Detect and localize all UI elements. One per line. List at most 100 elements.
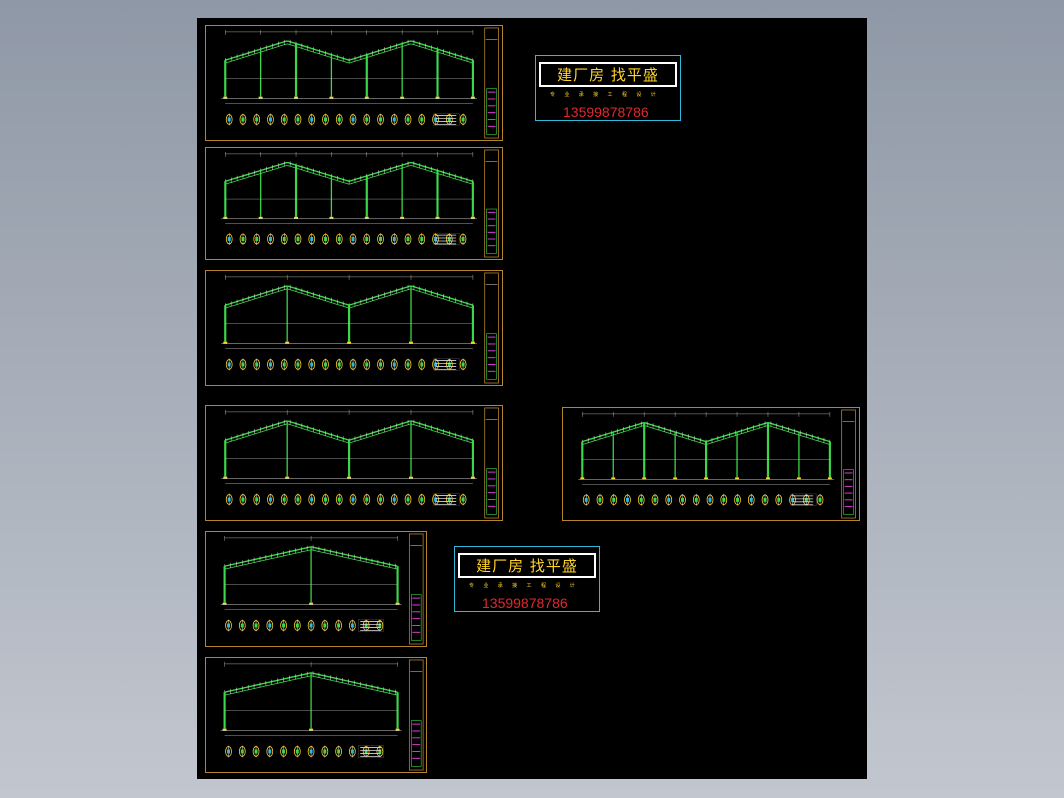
connection-detail xyxy=(322,113,329,126)
connection-detail xyxy=(267,493,274,506)
connection-detail xyxy=(404,493,412,506)
connection-detail xyxy=(294,493,302,506)
connection-detail xyxy=(335,493,343,506)
drawing-sheet-1[interactable] xyxy=(205,25,503,141)
connection-detail xyxy=(418,233,426,245)
connection-detail xyxy=(459,493,467,506)
connection-detail xyxy=(418,493,426,506)
connection-detail xyxy=(349,113,357,126)
connection-detail xyxy=(321,745,329,758)
connection-detail xyxy=(692,493,700,506)
connection-detail xyxy=(238,619,246,632)
connection-detail xyxy=(308,113,316,126)
connection-detail xyxy=(307,619,315,632)
connection-detail xyxy=(253,233,261,245)
connection-detail xyxy=(610,493,618,506)
connection-detail xyxy=(459,233,467,245)
connection-detail xyxy=(280,358,288,371)
contact-stamp: 建厂房 找平盛 专 业 承 接 工 程 设 计 13599878786 xyxy=(535,55,681,121)
connection-detail xyxy=(637,493,645,506)
connection-detail xyxy=(225,493,233,506)
connection-detail xyxy=(747,493,755,506)
roof-rafter xyxy=(225,285,474,306)
connection-detail xyxy=(363,358,371,371)
connection-detail xyxy=(418,358,426,371)
roof-rafter xyxy=(225,420,474,441)
drawing-sheet-4[interactable] xyxy=(205,405,503,521)
connection-detail xyxy=(349,233,357,245)
connection-detail xyxy=(651,493,659,506)
connection-detail xyxy=(459,113,467,126)
connection-detail xyxy=(349,493,357,506)
connection-detail xyxy=(294,233,302,245)
connection-detail xyxy=(377,358,384,371)
connection-detail xyxy=(816,493,824,506)
connection-detail xyxy=(377,493,384,506)
connection-detail xyxy=(225,113,233,126)
drawing-sheet-6[interactable] xyxy=(205,531,427,647)
connection-detail xyxy=(322,493,329,506)
connection-detail xyxy=(267,358,274,371)
connection-detail xyxy=(280,619,287,632)
sheet-drawing xyxy=(578,409,856,519)
connection-detail xyxy=(459,358,467,371)
connection-detail xyxy=(322,358,329,371)
connection-detail xyxy=(280,113,288,126)
connection-detail xyxy=(335,619,342,632)
connection-detail xyxy=(293,745,301,758)
connection-detail xyxy=(322,233,329,245)
connection-detail xyxy=(280,233,288,245)
drawing-sheet-3[interactable] xyxy=(205,270,503,386)
connection-detail xyxy=(308,233,316,245)
stamp-title: 建厂房 找平盛 xyxy=(458,553,596,578)
connection-detail xyxy=(253,358,261,371)
connection-detail xyxy=(308,493,316,506)
drawing-sheet-7[interactable] xyxy=(205,657,427,773)
connection-detail xyxy=(349,745,356,758)
sheet-drawing xyxy=(221,272,499,384)
roof-rafter xyxy=(225,40,474,61)
connection-detail xyxy=(307,745,315,758)
connection-detail xyxy=(390,233,398,245)
connection-detail xyxy=(239,493,247,506)
connection-detail xyxy=(349,358,357,371)
connection-detail xyxy=(238,745,246,758)
connection-detail xyxy=(390,358,398,371)
connection-detail xyxy=(239,233,247,245)
drawing-sheet-2[interactable] xyxy=(205,147,503,260)
sheet-drawing xyxy=(221,149,499,258)
roof-rafter xyxy=(225,162,474,183)
connection-detail xyxy=(252,619,260,632)
stamp-subtitle: 专 业 承 接 工 程 设 计 xyxy=(469,583,579,589)
connection-detail xyxy=(734,493,741,506)
sheet-drawing xyxy=(221,27,499,139)
connection-detail xyxy=(239,358,247,371)
connection-detail xyxy=(665,493,673,506)
connection-detail xyxy=(308,358,316,371)
connection-detail xyxy=(720,493,728,506)
connection-detail xyxy=(335,113,343,126)
contact-stamp: 建厂房 找平盛 专 业 承 接 工 程 设 计 13599878786 xyxy=(454,546,600,612)
connection-detail xyxy=(294,113,302,126)
connection-detail xyxy=(294,358,302,371)
connection-detail xyxy=(225,358,233,371)
sheet-drawing xyxy=(220,659,424,771)
connection-detail xyxy=(225,745,232,758)
connection-detail xyxy=(390,113,398,126)
cad-model-space[interactable]: 建厂房 找平盛 专 业 承 接 工 程 设 计 13599878786 建厂房 … xyxy=(197,18,867,779)
connection-detail xyxy=(253,493,261,506)
connection-detail xyxy=(582,493,590,506)
connection-detail xyxy=(418,113,426,126)
connection-detail xyxy=(349,619,356,632)
connection-detail xyxy=(624,493,631,506)
sheet-drawing xyxy=(220,533,424,645)
connection-detail xyxy=(404,233,412,245)
connection-detail xyxy=(266,619,274,632)
drawing-sheet-5[interactable] xyxy=(562,407,860,521)
connection-detail xyxy=(225,233,233,245)
connection-detail xyxy=(335,233,343,245)
connection-detail xyxy=(267,233,274,245)
connection-detail xyxy=(363,113,371,126)
connection-detail xyxy=(404,358,412,371)
stamp-phone: 13599878786 xyxy=(563,104,649,120)
